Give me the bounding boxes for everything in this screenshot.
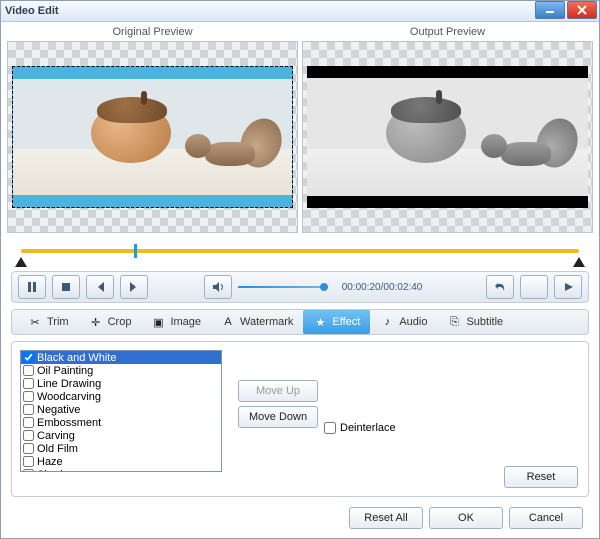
- image-icon: ▣: [151, 316, 165, 329]
- minimize-button[interactable]: [535, 1, 565, 19]
- tab-label: Effect: [332, 316, 360, 328]
- effect-item[interactable]: Line Drawing: [21, 377, 221, 390]
- tab-subtitle[interactable]: ⎘ Subtitle: [437, 310, 513, 334]
- video-edit-window: Video Edit Original Preview: [0, 0, 600, 539]
- tab-label: Trim: [47, 316, 69, 328]
- tab-effect[interactable]: ★ Effect: [303, 310, 370, 334]
- effect-checkbox[interactable]: [23, 391, 34, 402]
- reset-button[interactable]: Reset: [504, 466, 578, 488]
- audio-icon: ♪: [380, 316, 394, 328]
- effect-label: Carving: [37, 430, 75, 442]
- edit-tab-bar: ✂ Trim ✛ Crop ▣ Image A Watermark ★ Effect ♪ Audio ⎘…: [11, 309, 589, 335]
- effect-label: Negative: [37, 404, 80, 416]
- effect-checkbox[interactable]: [23, 417, 34, 428]
- effect-label: Oil Painting: [37, 365, 93, 377]
- effect-label: Old Film: [37, 443, 78, 455]
- effect-item[interactable]: Woodcarving: [21, 390, 221, 403]
- effect-label: Embossment: [37, 417, 101, 429]
- tab-crop[interactable]: ✛ Crop: [79, 310, 142, 334]
- effect-item[interactable]: Shadow: [21, 468, 221, 472]
- tab-trim[interactable]: ✂ Trim: [18, 310, 79, 334]
- playback-control-bar: 00:00:20/00:02:40: [11, 271, 589, 303]
- effect-panel: Black and WhiteOil PaintingLine DrawingW…: [11, 341, 589, 497]
- effects-listbox[interactable]: Black and WhiteOil PaintingLine DrawingW…: [20, 350, 222, 472]
- output-preview-pane: [302, 41, 593, 233]
- deinterlace-checkbox-input[interactable]: [324, 422, 336, 434]
- set-trim-end-button[interactable]: [120, 275, 148, 299]
- tab-label: Subtitle: [466, 316, 503, 328]
- title-bar: Video Edit: [1, 1, 599, 22]
- effect-item[interactable]: Negative: [21, 403, 221, 416]
- set-trim-start-button[interactable]: [86, 275, 114, 299]
- tab-audio[interactable]: ♪ Audio: [370, 310, 437, 334]
- move-up-button[interactable]: Move Up: [238, 380, 318, 402]
- tab-image[interactable]: ▣ Image: [141, 310, 211, 334]
- undo-button[interactable]: [486, 275, 514, 299]
- window-title: Video Edit: [5, 5, 59, 17]
- original-preview-label: Original Preview: [7, 24, 298, 41]
- tab-label: Watermark: [240, 316, 293, 328]
- tab-label: Crop: [108, 316, 132, 328]
- effect-checkbox[interactable]: [23, 378, 34, 389]
- effect-checkbox[interactable]: [23, 469, 34, 472]
- original-preview-pane[interactable]: [7, 41, 298, 233]
- tab-watermark[interactable]: A Watermark: [211, 310, 303, 334]
- effect-checkbox[interactable]: [23, 430, 34, 441]
- tab-label: Audio: [399, 316, 427, 328]
- crop-selection-handle[interactable]: [12, 66, 293, 208]
- effect-item[interactable]: Embossment: [21, 416, 221, 429]
- effect-label: Woodcarving: [37, 391, 101, 403]
- playhead-handle[interactable]: [134, 244, 137, 258]
- flip-vertical-button[interactable]: [554, 275, 582, 299]
- effect-label: Black and White: [37, 352, 116, 364]
- trim-icon: ✂: [28, 316, 42, 329]
- effect-label: Shadow: [37, 469, 77, 473]
- effect-checkbox[interactable]: [23, 404, 34, 415]
- effect-item[interactable]: Black and White: [21, 351, 221, 364]
- deinterlace-label: Deinterlace: [340, 422, 396, 434]
- effect-item[interactable]: Old Film: [21, 442, 221, 455]
- subtitle-icon: ⎘: [447, 316, 461, 329]
- deinterlace-checkbox[interactable]: Deinterlace: [324, 422, 396, 434]
- move-down-button[interactable]: Move Down: [238, 406, 318, 428]
- flip-horizontal-button[interactable]: [520, 275, 548, 299]
- trim-start-marker-icon[interactable]: [15, 257, 27, 267]
- stop-button[interactable]: [52, 275, 80, 299]
- ok-button[interactable]: OK: [429, 507, 503, 529]
- effect-item[interactable]: Haze: [21, 455, 221, 468]
- volume-button[interactable]: [204, 275, 232, 299]
- effect-item[interactable]: Oil Painting: [21, 364, 221, 377]
- close-button[interactable]: [567, 1, 597, 19]
- effect-checkbox[interactable]: [23, 443, 34, 454]
- effect-checkbox[interactable]: [23, 352, 34, 363]
- effect-checkbox[interactable]: [23, 365, 34, 376]
- pause-button[interactable]: [18, 275, 46, 299]
- trim-end-marker-icon[interactable]: [573, 257, 585, 267]
- reset-all-button[interactable]: Reset All: [349, 507, 423, 529]
- effect-icon: ★: [313, 316, 327, 329]
- watermark-icon: A: [221, 316, 235, 328]
- dialog-footer: Reset All OK Cancel: [7, 497, 593, 529]
- effect-checkbox[interactable]: [23, 456, 34, 467]
- volume-slider[interactable]: [238, 283, 328, 291]
- timeline-slider[interactable]: [11, 241, 589, 267]
- playback-time-display: 00:00:20/00:02:40: [342, 282, 423, 293]
- output-preview-label: Output Preview: [302, 24, 593, 41]
- effect-item[interactable]: Carving: [21, 429, 221, 442]
- cancel-button[interactable]: Cancel: [509, 507, 583, 529]
- crop-icon: ✛: [89, 316, 103, 329]
- tab-label: Image: [170, 316, 201, 328]
- effect-label: Haze: [37, 456, 63, 468]
- effect-label: Line Drawing: [37, 378, 101, 390]
